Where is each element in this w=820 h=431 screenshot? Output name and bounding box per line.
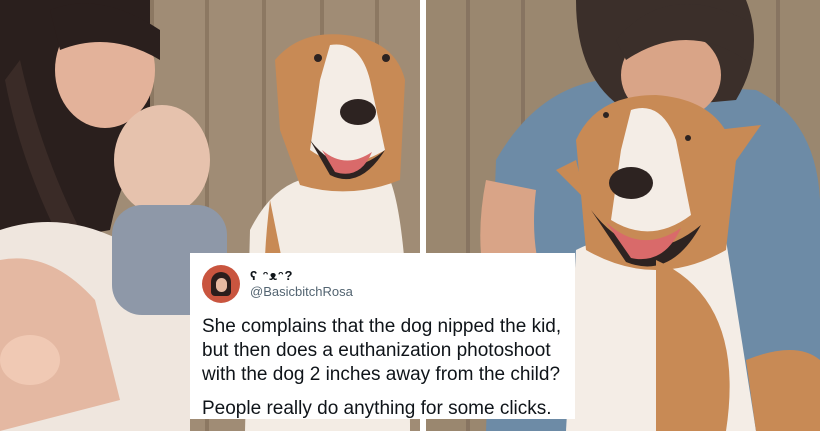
tweet-followup-text: People really do anything for some click… <box>202 398 552 419</box>
tweet-author: ʕ ᵔᴥᵔ? @BasicbitchRosa <box>250 268 353 299</box>
avatar-face <box>216 278 227 292</box>
display-name: ʕ ᵔᴥᵔ? <box>250 268 294 284</box>
tweet-text: She complains that the dog nipped the ki… <box>202 316 562 385</box>
tweet-card: ʕ ᵔᴥᵔ? @BasicbitchRosa She complains tha… <box>190 253 575 419</box>
user-handle: @BasicbitchRosa <box>250 284 353 299</box>
avatar <box>202 265 240 303</box>
tweet-header: ʕ ᵔᴥᵔ? @BasicbitchRosa <box>202 263 563 305</box>
